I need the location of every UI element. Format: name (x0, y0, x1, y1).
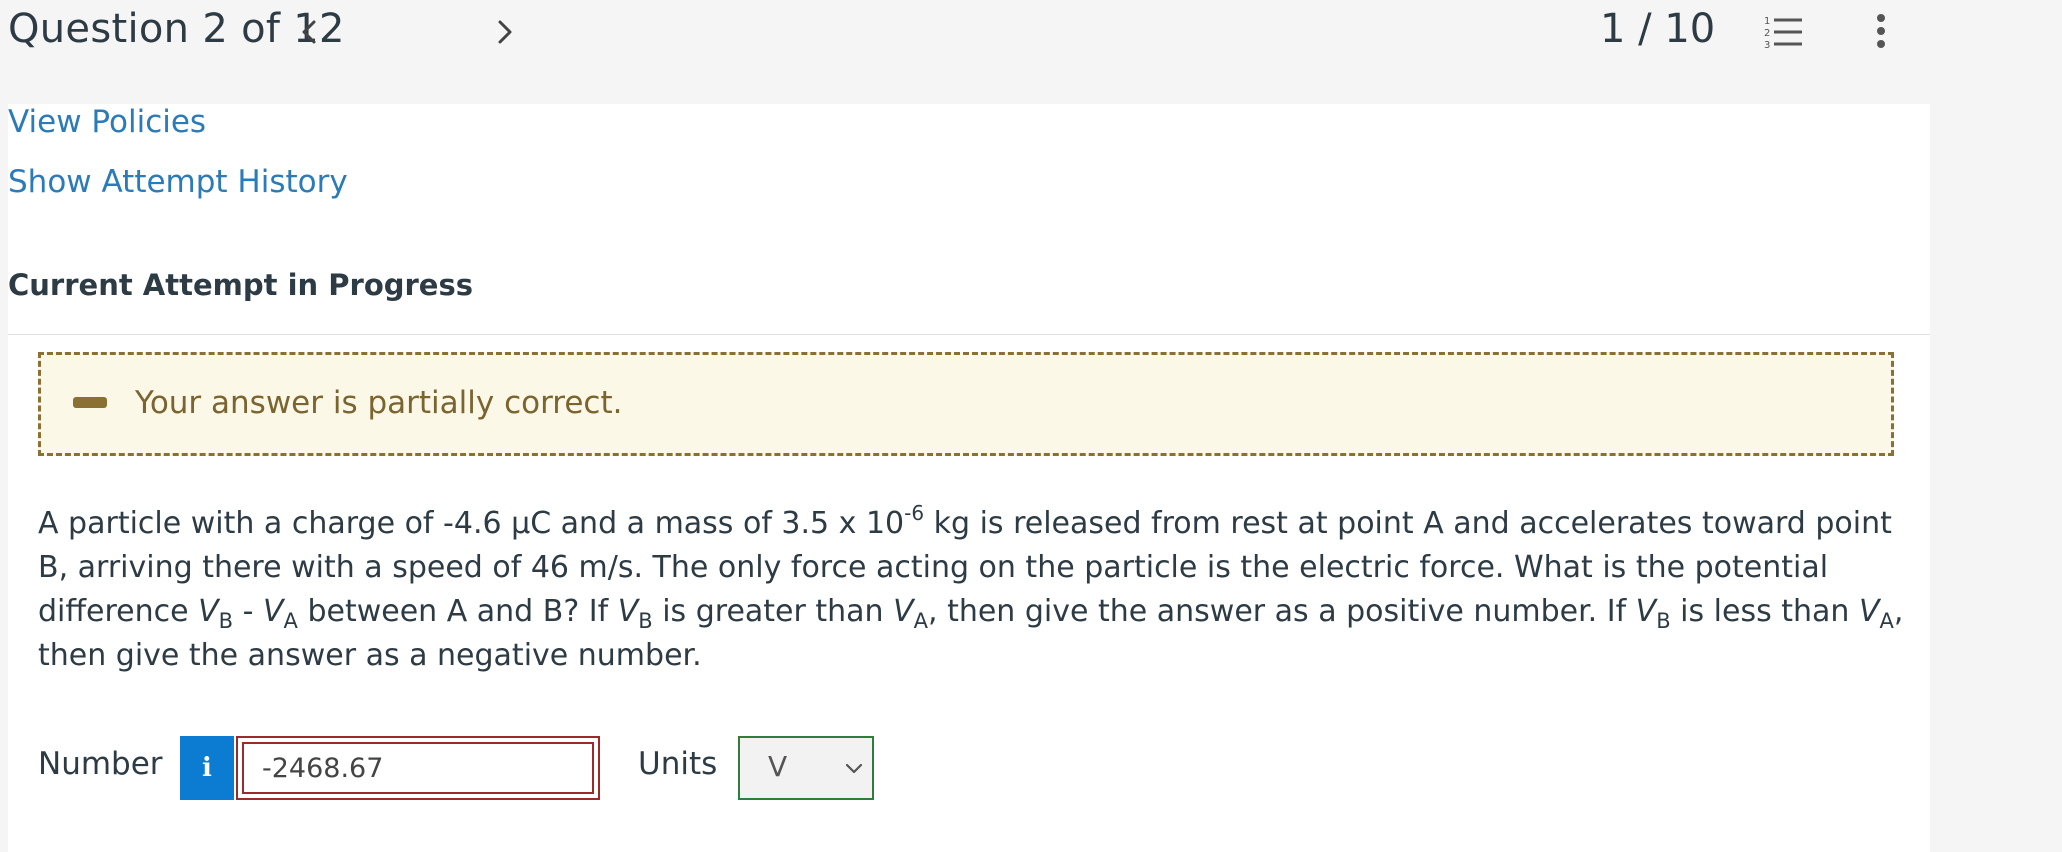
question-list-button[interactable]: 1 2 3 (1762, 10, 1808, 54)
question-part: between A and B? If (297, 594, 618, 629)
show-attempt-history-link[interactable]: Show Attempt History (8, 164, 348, 200)
units-select[interactable]: V (738, 736, 874, 800)
svg-text:3: 3 (1764, 40, 1770, 51)
var-v: V (1635, 594, 1657, 629)
vertical-ellipsis-icon (1877, 14, 1885, 48)
top-bar: Question 2 of 12 1 / 10 1 2 3 (0, 0, 2062, 102)
sub-b: B (1656, 609, 1671, 633)
var-v: V (198, 594, 219, 629)
number-input-wrapper (236, 736, 600, 800)
units-selected-value: V (768, 750, 788, 783)
var-v: V (893, 594, 914, 629)
more-options-button[interactable] (1868, 10, 1894, 54)
sub-b: B (638, 609, 653, 633)
number-label: Number (38, 746, 163, 782)
sub-a: A (283, 609, 298, 633)
sub-a: A (1879, 609, 1894, 633)
question-counter: 1 / 10 (1600, 6, 1716, 52)
feedback-message: Your answer is partially correct. (135, 385, 623, 421)
svg-text:2: 2 (1764, 28, 1770, 39)
next-question-button[interactable] (488, 10, 522, 54)
question-text: A particle with a charge of -4.6 μC and … (38, 502, 1908, 678)
var-v: V (617, 594, 639, 629)
view-policies-link[interactable]: View Policies (8, 104, 206, 140)
info-button[interactable]: i (180, 736, 234, 800)
answer-row: Number i Units V (38, 734, 1038, 800)
sub-a: A (913, 609, 928, 633)
previous-question-button[interactable] (292, 10, 326, 54)
chevron-down-icon (845, 763, 863, 774)
var-v: V (263, 594, 284, 629)
chevron-left-icon (302, 20, 316, 44)
question-part: , then give the answer as a positive num… (928, 594, 1636, 629)
numbered-list-icon: 1 2 3 (1764, 16, 1802, 51)
var-v: V (1858, 594, 1880, 629)
feedback-banner: Your answer is partially correct. (38, 352, 1894, 456)
chevron-right-icon (498, 20, 512, 44)
question-part: - (233, 594, 263, 629)
svg-text:1: 1 (1764, 16, 1770, 27)
question-part: is less than (1670, 594, 1859, 629)
question-part: is greater than (652, 594, 894, 629)
sub-b: B (218, 609, 234, 633)
question-part: A particle with a charge of -4.6 μC and … (38, 506, 905, 541)
units-label: Units (638, 746, 718, 782)
divider (8, 334, 1930, 335)
partial-dash-icon (73, 397, 107, 408)
current-attempt-heading: Current Attempt in Progress (8, 268, 473, 302)
exponent: -6 (904, 501, 925, 525)
question-panel: View Policies Show Attempt History Curre… (8, 104, 1930, 852)
number-input[interactable] (238, 738, 598, 798)
